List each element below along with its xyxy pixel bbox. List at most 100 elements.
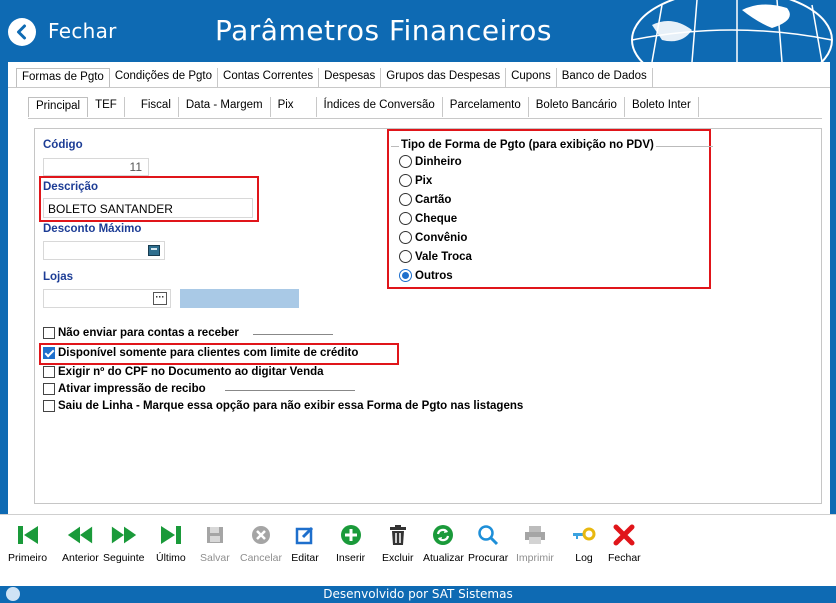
descricao-label: Descrição	[43, 181, 98, 193]
checkbox-box[interactable]	[43, 327, 55, 339]
ultimo-button[interactable]: Último	[156, 521, 186, 564]
radio-button[interactable]	[399, 231, 412, 244]
tipo-group-title: Tipo de Forma de Pgto (para exibição no …	[399, 139, 656, 151]
trash-icon	[384, 521, 412, 549]
footer-text: Desenvolvido por SAT Sistemas	[323, 587, 513, 601]
inserir-button[interactable]: Inserir	[336, 521, 365, 564]
checkbox-ativar-recibo[interactable]: Ativar impressão de recibo	[43, 383, 206, 395]
cancel-icon	[247, 521, 275, 549]
checkbox-exigir-cpf[interactable]: Exigir nº do CPF no Documento ao digitar…	[43, 366, 324, 378]
codigo-field[interactable]: 11	[43, 158, 149, 176]
lojas-field[interactable]: ···	[43, 289, 171, 308]
radio-dinheiro[interactable]: Dinheiro	[399, 155, 462, 168]
checkbox-limite-credito[interactable]: Disponível somente para clientes com lim…	[43, 347, 358, 359]
tab-grupos-das-despesas[interactable]: Grupos das Despesas	[381, 68, 507, 88]
tab-formas-de-pgto[interactable]: Formas de Pgto	[16, 68, 110, 88]
procurar-button[interactable]: Procurar	[468, 521, 508, 564]
checkbox-label: Saiu de Linha - Marque essa opção para n…	[58, 400, 524, 412]
save-icon	[201, 521, 229, 549]
seguinte-button[interactable]: Seguinte	[103, 521, 144, 564]
key-icon	[570, 521, 598, 549]
tab-tef[interactable]: TEF	[88, 97, 125, 117]
tab-fiscal[interactable]: Fiscal	[125, 97, 179, 117]
anterior-button[interactable]: Anterior	[62, 521, 99, 564]
imprimir-button[interactable]: Imprimir	[516, 521, 554, 564]
checkbox-box-checked[interactable]	[43, 347, 55, 359]
tab-pix[interactable]: Pix	[271, 97, 317, 117]
page-title: Parâmetros Financeiros	[215, 14, 552, 47]
header-bar: Fechar Parâmetros Financeiros	[0, 0, 836, 62]
editar-button[interactable]: Editar	[291, 521, 319, 564]
main-tabs: Formas de Pgto Condições de Pgto Contas …	[16, 68, 653, 88]
back-button[interactable]	[8, 18, 36, 46]
tab-parcelamento[interactable]: Parcelamento	[443, 97, 529, 117]
footer-bar: Desenvolvido por SAT Sistemas	[0, 586, 836, 603]
checkbox-box[interactable]	[43, 383, 55, 395]
atualizar-button[interactable]: Atualizar	[423, 521, 464, 564]
primeiro-button[interactable]: Primeiro	[8, 521, 47, 564]
lojas-display	[180, 289, 299, 308]
search-icon	[474, 521, 502, 549]
tab-cupons[interactable]: Cupons	[506, 68, 557, 88]
radio-label: Vale Troca	[415, 250, 472, 263]
calculator-icon[interactable]	[148, 245, 160, 256]
last-record-icon	[157, 521, 185, 549]
highlight-tipo-forma	[387, 129, 711, 289]
radio-button[interactable]	[399, 212, 412, 225]
desconto-field[interactable]	[43, 241, 165, 260]
radio-pix[interactable]: Pix	[399, 174, 432, 187]
close-icon	[610, 521, 638, 549]
checkbox-box[interactable]	[43, 400, 55, 412]
salvar-button[interactable]: Salvar	[200, 521, 230, 564]
checkbox-box[interactable]	[43, 366, 55, 378]
radio-button[interactable]	[399, 250, 412, 263]
radio-button[interactable]	[399, 193, 412, 206]
back-label[interactable]: Fechar	[48, 19, 117, 43]
tab-contas-correntes[interactable]: Contas Correntes	[218, 68, 320, 88]
sub-tabs: Principal TEF Fiscal Data - Margem Pix Í…	[28, 97, 699, 117]
globe-logo-icon	[631, 0, 833, 62]
tab-banco-de-dados[interactable]: Banco de Dados	[557, 68, 653, 88]
tab-despesas[interactable]: Despesas	[319, 68, 382, 88]
radio-button-selected[interactable]	[399, 269, 412, 282]
excluir-button[interactable]: Excluir	[382, 521, 414, 564]
descricao-field[interactable]: BOLETO SANTANDER	[43, 198, 253, 218]
form-area: Código 11 Descrição BOLETO SANTANDER Des…	[34, 128, 822, 504]
tab-boleto-inter[interactable]: Boleto Inter	[625, 97, 699, 117]
edit-icon	[291, 521, 319, 549]
tab-indices-de-conversao[interactable]: Índices de Conversão	[317, 97, 443, 117]
radio-button[interactable]	[399, 174, 412, 187]
lojas-label: Lojas	[43, 271, 74, 283]
checkbox-label: Ativar impressão de recibo	[58, 383, 206, 395]
checkbox-label: Exigir nº do CPF no Documento ao digitar…	[58, 366, 324, 378]
bottom-toolbar: Primeiro Anterior Seguinte Último Salvar…	[0, 514, 836, 586]
desconto-label: Desconto Máximo	[43, 223, 142, 235]
radio-cartao[interactable]: Cartão	[399, 193, 451, 206]
tab-data-margem[interactable]: Data - Margem	[179, 97, 271, 117]
tab-condicoes-de-pgto[interactable]: Condições de Pgto	[110, 68, 219, 88]
lojas-lookup-button[interactable]: ···	[153, 292, 167, 305]
log-button[interactable]: Log	[570, 521, 598, 564]
radio-label: Outros	[415, 269, 453, 282]
next-icon	[110, 521, 138, 549]
refresh-icon	[429, 521, 457, 549]
first-record-icon	[14, 521, 42, 549]
radio-convenio[interactable]: Convênio	[399, 231, 467, 244]
separator-line	[225, 390, 355, 391]
tab-boleto-bancario[interactable]: Boleto Bancário	[529, 97, 625, 117]
radio-vale-troca[interactable]: Vale Troca	[399, 250, 472, 263]
checkbox-nao-enviar[interactable]: Não enviar para contas a receber	[43, 327, 239, 339]
cancelar-button[interactable]: Cancelar	[240, 521, 282, 564]
fechar-button[interactable]: Fechar	[608, 521, 641, 564]
checkbox-saiu-de-linha[interactable]: Saiu de Linha - Marque essa opção para n…	[43, 400, 523, 412]
separator-line	[253, 334, 333, 335]
chevron-left-icon	[17, 24, 26, 40]
radio-button[interactable]	[399, 155, 412, 168]
radio-cheque[interactable]: Cheque	[399, 212, 457, 225]
radio-outros[interactable]: Outros	[399, 269, 453, 282]
add-icon	[337, 521, 365, 549]
tab-principal[interactable]: Principal	[28, 97, 89, 117]
radio-label: Cheque	[415, 212, 458, 225]
main-panel: Formas de Pgto Condições de Pgto Contas …	[8, 62, 830, 514]
radio-label: Dinheiro	[415, 155, 462, 168]
